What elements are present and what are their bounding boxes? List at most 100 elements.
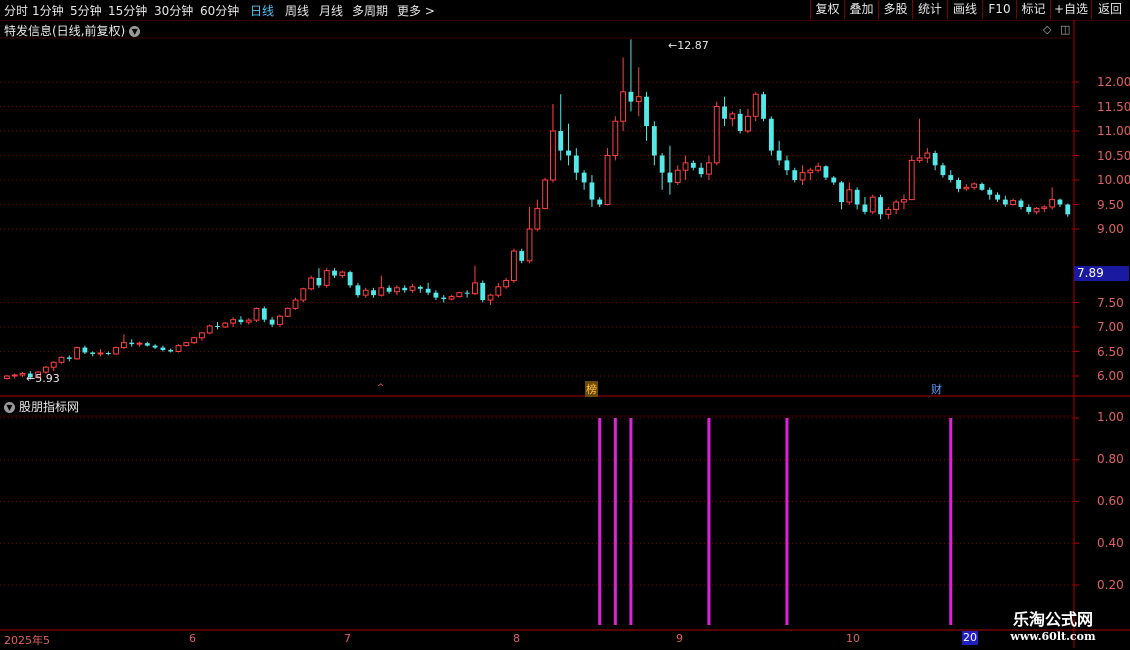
candle-body-up: [495, 286, 502, 296]
chevron-down-icon[interactable]: ▼: [129, 26, 141, 37]
candle-body-down: [573, 155, 579, 173]
candle-body-down: [464, 292, 470, 294]
candle-body-down: [932, 153, 938, 166]
candle-body-up: [503, 279, 510, 288]
candle-body-down: [105, 352, 111, 354]
candle-body-down: [737, 113, 743, 131]
candle-body-down: [581, 172, 587, 183]
candle-body-up: [674, 169, 681, 183]
candle-body-up: [472, 282, 478, 295]
candle-body-up: [604, 155, 611, 205]
candle-body-down: [698, 167, 704, 175]
candle-body-up: [276, 315, 283, 326]
candle-body-up: [635, 96, 642, 103]
candle-body-down: [332, 270, 337, 276]
signal-bars: [598, 418, 953, 625]
candle-body-down: [386, 287, 392, 292]
candle-body-up: [120, 342, 127, 349]
grid-lines: [0, 81, 1074, 586]
candle-body-up: [682, 162, 689, 171]
candle-body-down: [519, 251, 525, 261]
candle-body-down: [956, 180, 961, 189]
chevron-down-icon[interactable]: ▼: [4, 402, 15, 413]
candle-body-down: [792, 170, 798, 180]
candle-body-down: [316, 278, 322, 286]
candle-body-down: [66, 357, 72, 359]
candle-body-up: [799, 172, 806, 181]
candle-body-up: [198, 332, 205, 339]
candle-body-down: [878, 197, 883, 215]
indicator-y-tick: 0.60: [1097, 494, 1124, 508]
candle-body-up: [284, 307, 291, 317]
y-tick-label: 6.50: [1097, 345, 1124, 359]
candle-body-up: [183, 342, 190, 347]
candle-body-down: [168, 350, 174, 352]
y-tick-label: 12.00: [1097, 75, 1130, 89]
candle-body-up: [253, 307, 260, 321]
candle-body-up: [511, 250, 517, 281]
candle-body-down: [441, 297, 447, 300]
candle-body-up: [713, 106, 720, 164]
candle-body-up: [1033, 207, 1040, 213]
watermark-title: 乐淘公式网: [1012, 610, 1093, 629]
candle-body-down: [940, 165, 946, 176]
y-tick-label: 10.50: [1097, 149, 1130, 163]
candle-body-down: [417, 286, 423, 289]
panel-toggle-icon[interactable]: ◫: [1060, 23, 1070, 36]
y-tick-label: 7.00: [1097, 320, 1124, 334]
candle-body-up: [175, 345, 182, 352]
candle-body-up: [752, 93, 759, 117]
indicator-y-tick: 0.40: [1097, 536, 1124, 550]
candle-body-up: [58, 356, 65, 363]
candle-body-up: [963, 186, 970, 190]
current-price-badge: 7.89: [1074, 266, 1129, 281]
candle-body-down: [355, 285, 361, 296]
candle-body-up: [222, 322, 229, 328]
candle-body-down: [854, 189, 860, 205]
candle-body-down: [371, 290, 376, 296]
high-price-annotation: ←12.87: [668, 39, 709, 52]
candle-body-up: [323, 270, 330, 286]
candle-body-up: [706, 162, 712, 175]
candle-body-up: [924, 152, 931, 159]
kline-chart-canvas[interactable]: [0, 0, 1130, 650]
y-tick-label: 9.50: [1097, 198, 1124, 212]
current-date-badge: 20: [962, 631, 978, 645]
candle-body-up: [19, 373, 26, 376]
candle-body-down: [261, 308, 267, 320]
candle-body-down: [722, 106, 727, 119]
candle-body-up: [245, 319, 252, 323]
candle-body-up: [550, 130, 556, 181]
diamond-icon[interactable]: ◇: [1043, 23, 1051, 36]
up-arrow-marker[interactable]: ^: [377, 383, 385, 393]
candle-body-up: [620, 91, 627, 122]
candle-body-up: [50, 361, 57, 368]
candle-body-down: [659, 155, 665, 173]
candle-body-up: [378, 287, 385, 296]
candle-body-up: [11, 374, 18, 377]
indicator-y-tick: 0.80: [1097, 452, 1124, 466]
candle-body-down: [215, 326, 220, 328]
candle-body-up: [456, 292, 463, 298]
candle-body-up: [206, 325, 213, 334]
candle-body-down: [948, 175, 954, 180]
ranking-event-marker[interactable]: 榜: [585, 381, 598, 397]
y-tick-label: 10.00: [1097, 173, 1130, 187]
candle-body-down: [979, 183, 985, 190]
candle-body-up: [815, 165, 822, 171]
candle-body-up: [191, 337, 198, 344]
indicator-name: 股朋指标网: [19, 400, 80, 414]
candle-body-up: [612, 120, 619, 156]
x-axis-label: 8: [513, 632, 520, 645]
y-tick-label: 6.00: [1097, 369, 1124, 383]
candle-body-up: [745, 115, 751, 132]
candle-body-up: [1049, 199, 1056, 208]
candle-body-up: [113, 347, 120, 355]
candle-body-down: [425, 288, 431, 293]
candle-body-up: [230, 319, 237, 324]
candle-body-down: [1018, 200, 1024, 207]
candle-body-up: [971, 183, 978, 188]
candle-body-down: [152, 345, 158, 348]
finance-event-marker[interactable]: 财: [931, 381, 942, 397]
candle-body-down: [784, 160, 790, 171]
